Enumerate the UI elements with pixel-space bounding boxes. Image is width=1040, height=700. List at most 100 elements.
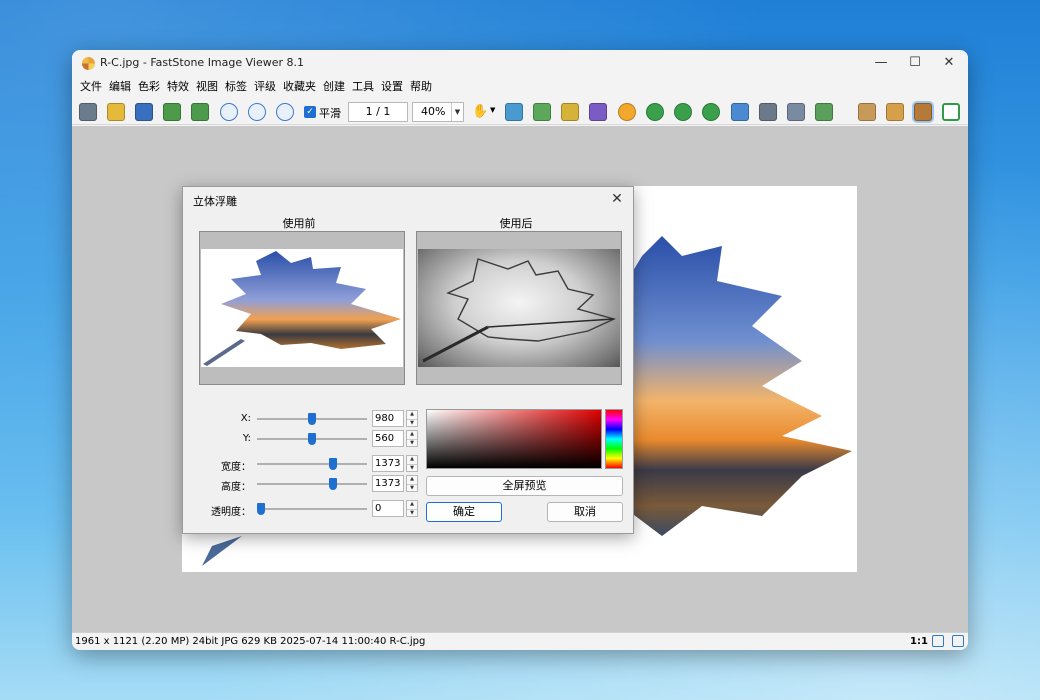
minimize-button[interactable]: —	[864, 50, 898, 76]
dialog-title: 立体浮雕	[193, 195, 237, 208]
zoom-in-icon[interactable]	[220, 103, 238, 121]
opacity-value[interactable]: 0	[372, 500, 404, 517]
resize-icon[interactable]	[533, 103, 551, 121]
next-icon[interactable]	[191, 103, 209, 121]
menu-edit[interactable]: 编辑	[106, 77, 134, 97]
user-icon[interactable]	[646, 103, 664, 121]
opacity-down-icon[interactable]: ▼	[407, 509, 417, 516]
y-label: Y:	[242, 433, 251, 444]
x-value[interactable]: 980	[372, 410, 404, 427]
after-embossed-leaf	[422, 258, 617, 363]
y-value[interactable]: 560	[372, 430, 404, 447]
color-picker[interactable]	[426, 409, 602, 469]
camera-icon[interactable]	[79, 103, 97, 121]
menu-view[interactable]: 视图	[193, 77, 221, 97]
status-bar: 1961 x 1121 (2.20 MP) 24bit JPG 629 KB 2…	[72, 632, 968, 650]
height-slider-track[interactable]	[257, 483, 367, 485]
window-title: R-C.jpg - FastStone Image Viewer 8.1	[100, 56, 305, 69]
color-adjust-icon[interactable]	[589, 103, 607, 121]
menu-bar: 文件 编辑 色彩 特效 视图 标签 评级 收藏夹 创建 工具 设置 帮助	[72, 77, 968, 97]
y-slider-thumb[interactable]	[308, 433, 316, 445]
menu-rating[interactable]: 评级	[251, 77, 279, 97]
emboss-dialog: 立体浮雕 ✕ 使用前 使用后 X: 980 ▲ ▼ Y: 560 ▲ ▼ 宽度：…	[182, 186, 634, 534]
menu-file[interactable]: 文件	[77, 77, 105, 97]
effects-sun-icon[interactable]	[618, 103, 636, 121]
y-up-icon[interactable]: ▲	[407, 431, 417, 438]
cancel-button[interactable]: 取消	[547, 502, 623, 522]
height-label: 高度：	[221, 482, 251, 493]
actual-size-icon[interactable]	[276, 103, 294, 121]
after-label: 使用后	[499, 217, 533, 230]
crop-icon[interactable]	[561, 103, 579, 121]
slideshow-icon[interactable]	[505, 103, 523, 121]
zoom-out-icon[interactable]	[248, 103, 266, 121]
height-up-icon[interactable]: ▲	[407, 476, 417, 483]
maximize-button[interactable]: ☐	[898, 50, 932, 76]
viewer-layout-icon[interactable]	[914, 103, 932, 121]
fit-window-icon[interactable]	[932, 635, 944, 647]
opacity-label: 透明度：	[211, 507, 251, 518]
width-slider-thumb[interactable]	[329, 458, 337, 470]
opacity-stepper[interactable]: 0 ▲ ▼	[372, 500, 418, 517]
compare-icon[interactable]	[731, 103, 749, 121]
before-preview	[199, 231, 405, 385]
y-stepper[interactable]: 560 ▲ ▼	[372, 430, 418, 447]
previous-icon[interactable]	[163, 103, 181, 121]
menu-favorites[interactable]: 收藏夹	[280, 77, 319, 97]
height-down-icon[interactable]: ▼	[407, 484, 417, 491]
menu-settings[interactable]: 设置	[378, 77, 406, 97]
width-up-icon[interactable]: ▲	[407, 456, 417, 463]
hand-tool-icon[interactable]: ✋	[472, 104, 488, 119]
width-slider-track[interactable]	[257, 463, 367, 465]
x-stepper[interactable]: 980 ▲ ▼	[372, 410, 418, 427]
y-down-icon[interactable]: ▼	[407, 439, 417, 446]
fullscreen-icon[interactable]	[942, 103, 960, 121]
browser-layout-icon[interactable]	[858, 103, 876, 121]
width-down-icon[interactable]: ▼	[407, 464, 417, 471]
rotate-left-icon[interactable]	[674, 103, 692, 121]
ok-button[interactable]: 确定	[426, 502, 502, 522]
menu-tools[interactable]: 工具	[349, 77, 377, 97]
app-icon	[82, 57, 95, 70]
image-info: 1961 x 1121 (2.20 MP) 24bit JPG 629 KB 2…	[75, 636, 426, 647]
opacity-slider-thumb[interactable]	[257, 503, 265, 515]
menu-help[interactable]: 帮助	[407, 77, 435, 97]
x-down-icon[interactable]: ▼	[407, 419, 417, 426]
save-icon[interactable]	[135, 103, 153, 121]
height-value[interactable]: 1373	[372, 475, 404, 492]
smooth-checkbox[interactable]: ✓	[304, 106, 316, 118]
opacity-up-icon[interactable]: ▲	[407, 501, 417, 508]
hue-slider[interactable]	[605, 409, 623, 469]
smooth-label: 平滑	[319, 107, 341, 120]
close-button[interactable]: ✕	[932, 50, 966, 76]
height-stepper[interactable]: 1373 ▲ ▼	[372, 475, 418, 492]
zoom-select[interactable]: 40% ▼	[412, 102, 464, 122]
print-icon[interactable]	[787, 103, 805, 121]
after-preview-image	[418, 249, 620, 367]
ratio-indicator[interactable]: 1:1	[910, 636, 928, 647]
x-up-icon[interactable]: ▲	[407, 411, 417, 418]
menu-tags[interactable]: 标签	[222, 77, 250, 97]
wallpaper-icon[interactable]	[759, 103, 777, 121]
height-slider-thumb[interactable]	[329, 478, 337, 490]
menu-effects[interactable]: 特效	[164, 77, 192, 97]
before-preview-image	[201, 249, 403, 367]
before-label: 使用前	[282, 217, 316, 230]
opacity-slider-track[interactable]	[257, 508, 367, 510]
fullscreen-preview-button[interactable]: 全屏预览	[426, 476, 623, 496]
email-icon[interactable]	[815, 103, 833, 121]
hand-dropdown-icon[interactable]: ▼	[490, 106, 495, 114]
width-value[interactable]: 1373	[372, 455, 404, 472]
menu-create[interactable]: 创建	[320, 77, 348, 97]
dialog-close-icon[interactable]: ✕	[607, 189, 627, 209]
page-indicator[interactable]: 1 / 1	[348, 102, 408, 122]
width-label: 宽度：	[221, 462, 251, 473]
fullscreen-small-icon[interactable]	[952, 635, 964, 647]
width-stepper[interactable]: 1373 ▲ ▼	[372, 455, 418, 472]
x-slider-thumb[interactable]	[308, 413, 316, 425]
thumbnail-layout-icon[interactable]	[886, 103, 904, 121]
open-folder-icon[interactable]	[107, 103, 125, 121]
rotate-right-icon[interactable]	[702, 103, 720, 121]
menu-color[interactable]: 色彩	[135, 77, 163, 97]
chevron-down-icon[interactable]: ▼	[451, 103, 463, 121]
